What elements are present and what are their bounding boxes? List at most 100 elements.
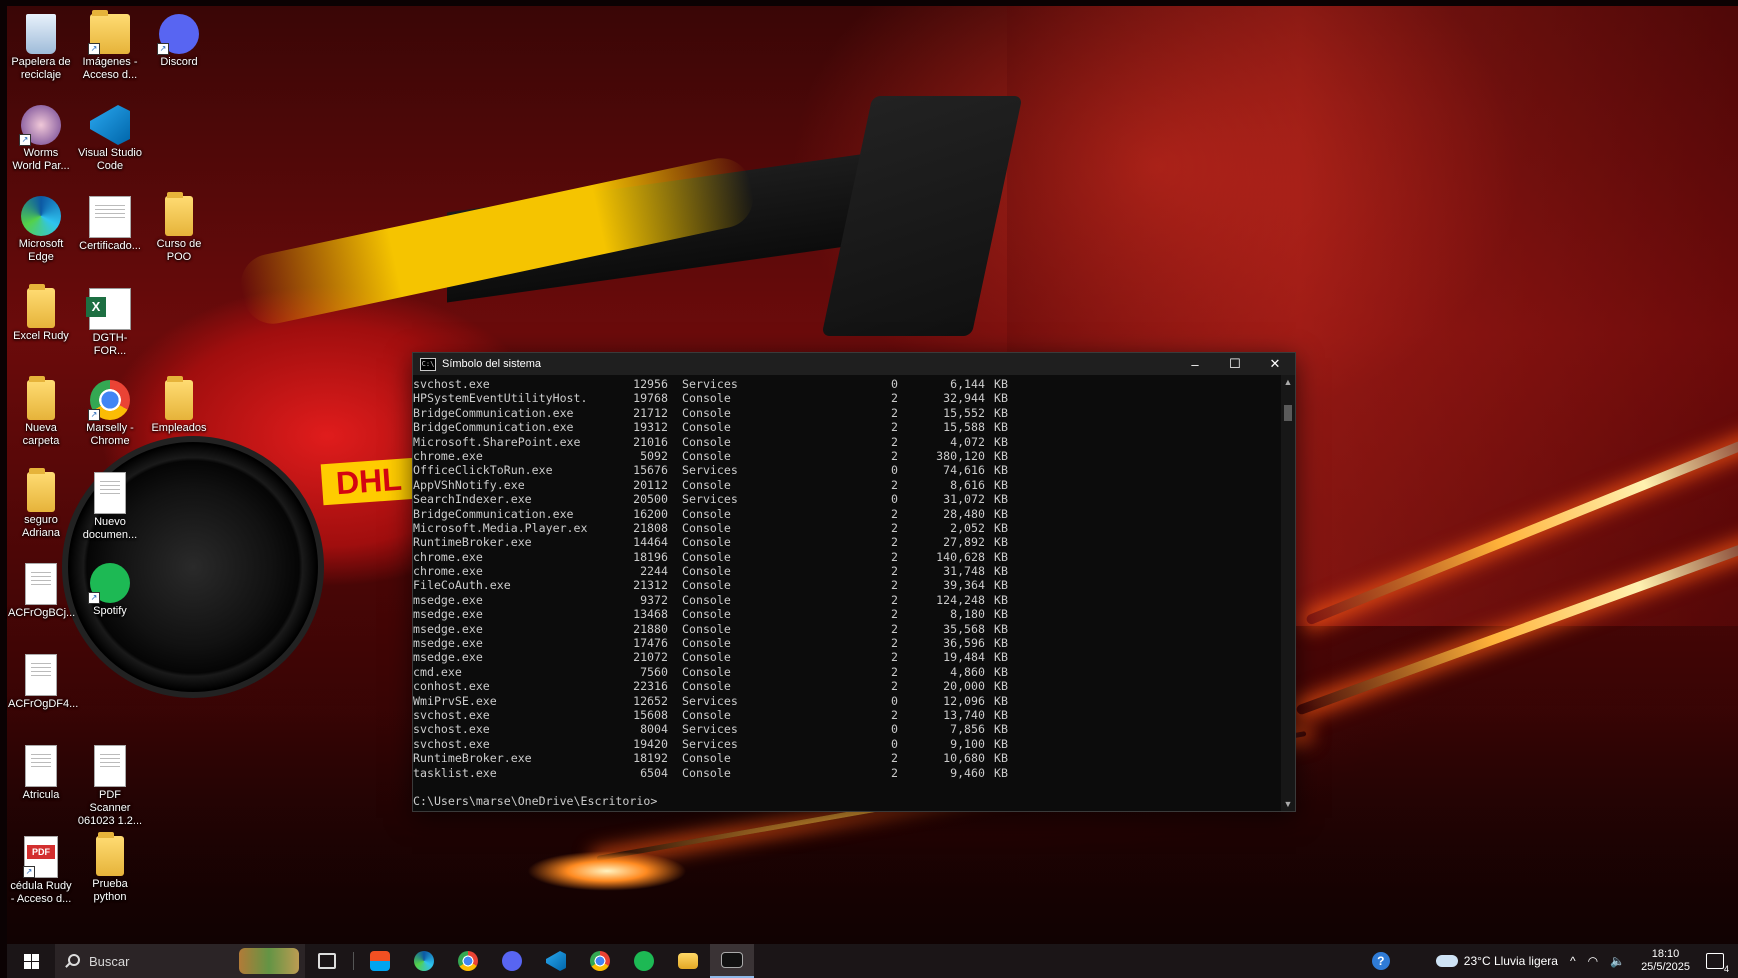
session-name: Console bbox=[682, 535, 731, 550]
scroll-down-icon[interactable]: ▼ bbox=[1281, 797, 1295, 811]
desktop-icon-seguro-adriana[interactable]: seguro Adriana bbox=[8, 468, 74, 540]
vertical-scrollbar[interactable]: ▲ ▼ bbox=[1281, 375, 1295, 811]
notification-center-icon[interactable]: 4 bbox=[1706, 953, 1729, 974]
session-number: 2 bbox=[891, 549, 898, 564]
memory-usage: 27,892 bbox=[943, 535, 985, 550]
weather-widget[interactable]: 23°C Lluvia ligera bbox=[1435, 954, 1558, 968]
process-pid: 12652 bbox=[633, 693, 668, 708]
desktop-icon-dgth[interactable]: X DGTH-FOR... bbox=[77, 288, 143, 358]
show-hidden-icons-chevron-icon[interactable]: ^ bbox=[1570, 954, 1576, 968]
desktop-icon-cedula-rudy[interactable]: PDF ↗ cédula Rudy - Acceso d... bbox=[8, 836, 74, 906]
chrome-icon bbox=[458, 951, 478, 971]
memory-usage: 4,072 bbox=[950, 434, 985, 449]
desktop-icon-discord[interactable]: ↗ Discord bbox=[146, 14, 212, 69]
desktop-icon-marselly-chrome[interactable]: ↗ Marselly - Chrome bbox=[77, 380, 143, 448]
process-name: tasklist.exe bbox=[413, 765, 497, 780]
desktop-icon-vscode[interactable]: Visual Studio Code bbox=[77, 105, 143, 173]
process-name: msedge.exe bbox=[413, 636, 483, 651]
desktop-icon-label: ACFrOgDF4... bbox=[8, 698, 79, 710]
tasklist-row: conhost.exe 22316 Console 2 20,000 KB bbox=[413, 679, 1281, 693]
process-name: OfficeClickToRun.exe bbox=[413, 463, 553, 478]
edge-icon bbox=[414, 951, 434, 971]
taskbar-search-box[interactable]: Buscar bbox=[55, 944, 305, 978]
memory-usage: 15,552 bbox=[943, 405, 985, 420]
scroll-up-icon[interactable]: ▲ bbox=[1281, 375, 1295, 389]
desktop-icon-certificado[interactable]: Certificado... bbox=[77, 196, 143, 253]
session-number: 2 bbox=[891, 621, 898, 636]
process-pid: 14464 bbox=[633, 535, 668, 550]
process-name: Microsoft.Media.Player.ex bbox=[413, 520, 588, 535]
help-icon[interactable]: ? bbox=[1371, 952, 1390, 970]
desktop-icon-label: Microsoft Edge bbox=[18, 238, 64, 263]
tasklist-row: HPSystemEventUtilityHost. 19768 Console 2 32… bbox=[413, 391, 1281, 405]
process-pid: 7560 bbox=[640, 664, 668, 679]
memory-usage: 4,860 bbox=[950, 664, 985, 679]
scrollbar-thumb[interactable] bbox=[1284, 405, 1292, 421]
process-pid: 13468 bbox=[633, 607, 668, 622]
command-prompt-window[interactable]: C:\ Símbolo del sistema – ☐ ✕ svchost.ex… bbox=[412, 352, 1296, 812]
taskbar-app-store[interactable] bbox=[358, 944, 402, 978]
process-pid: 6504 bbox=[640, 765, 668, 780]
desktop-icon-nueva-carpeta[interactable]: Nueva carpeta bbox=[8, 376, 74, 448]
start-button[interactable] bbox=[7, 944, 55, 978]
task-view-button[interactable] bbox=[305, 944, 349, 978]
process-name: RuntimeBroker.exe bbox=[413, 751, 532, 766]
desktop-icon-edge[interactable]: Microsoft Edge bbox=[8, 196, 74, 264]
desktop-icon-acfrogdf4[interactable]: ACFrOgDF4... bbox=[8, 654, 79, 711]
memory-usage: 20,000 bbox=[943, 679, 985, 694]
desktop-icon-atricula[interactable]: Atricula bbox=[8, 745, 74, 802]
desktop-icon-pictures[interactable]: ↗ Imágenes - Acceso d... bbox=[77, 10, 143, 82]
process-name: svchost.exe bbox=[413, 736, 490, 751]
close-button[interactable]: ✕ bbox=[1255, 353, 1295, 375]
taskbar-app-chrome[interactable] bbox=[446, 944, 490, 978]
desktop-icon-pdf-scanner[interactable]: PDF Scanner 061023 1.2... bbox=[77, 745, 143, 828]
desktop-icon-acfrogbcj[interactable]: ACFrOgBCj... bbox=[8, 563, 75, 620]
volume-icon[interactable]: 🔈 bbox=[1610, 954, 1625, 968]
session-name: Console bbox=[682, 391, 731, 406]
vscode-icon bbox=[546, 951, 566, 971]
clock-time: 18:10 bbox=[1651, 948, 1680, 960]
taskbar-app-chrome-profile[interactable] bbox=[578, 944, 622, 978]
tasklist-row: BridgeCommunication.exe 19312 Console 2 15,5… bbox=[413, 420, 1281, 434]
vscode-icon bbox=[90, 105, 130, 145]
command-prompt-line[interactable]: C:\Users\marse\OneDrive\Escritorio> bbox=[413, 794, 1281, 808]
taskbar-app-file-explorer[interactable] bbox=[666, 944, 710, 978]
desktop-icon-label: PDF Scanner 061023 1.2... bbox=[77, 789, 143, 827]
window-titlebar[interactable]: C:\ Símbolo del sistema – ☐ ✕ bbox=[413, 353, 1295, 375]
taskbar-app-vscode[interactable] bbox=[534, 944, 578, 978]
terminal-icon bbox=[721, 952, 743, 968]
tasklist-row: RuntimeBroker.exe 14464 Console 2 27,892 KB bbox=[413, 535, 1281, 549]
taskbar-app-spotify[interactable] bbox=[622, 944, 666, 978]
process-name: msedge.exe bbox=[413, 607, 483, 622]
process-pid: 20500 bbox=[633, 492, 668, 507]
desktop-icon-spotify[interactable]: ↗ Spotify bbox=[77, 563, 143, 618]
taskbar-app-discord[interactable] bbox=[490, 944, 534, 978]
process-pid: 18192 bbox=[633, 751, 668, 766]
desktop-icon-recycle-bin[interactable]: Papelera de reciclaje bbox=[8, 14, 74, 82]
desktop-icon-label: Nueva carpeta bbox=[22, 422, 60, 447]
wifi-icon[interactable]: ◠ bbox=[1588, 954, 1598, 968]
memory-usage: 31,072 bbox=[943, 492, 985, 507]
tasklist-row: svchost.exe 19420 Services 0 9,100 KB bbox=[413, 737, 1281, 751]
taskbar-app-edge[interactable] bbox=[402, 944, 446, 978]
desktop-icon-excel-rudy[interactable]: Excel Rudy bbox=[8, 284, 74, 343]
process-pid: 21880 bbox=[633, 621, 668, 636]
weather-text: 23°C Lluvia ligera bbox=[1463, 954, 1558, 968]
console-output[interactable]: svchost.exe 12956 Services 0 6,144 KB HPSystem… bbox=[413, 375, 1281, 811]
tasklist-row: msedge.exe 21880 Console 2 35,568 KB bbox=[413, 622, 1281, 636]
desktop-icon-curso-poo[interactable]: Curso de POO bbox=[146, 192, 212, 264]
minimize-button[interactable]: – bbox=[1175, 353, 1215, 375]
desktop-icon-nuevo-documento[interactable]: Nuevo documen... bbox=[77, 472, 143, 542]
document-icon bbox=[25, 654, 57, 696]
maximize-button[interactable]: ☐ bbox=[1215, 353, 1255, 375]
desktop-icon-label: Discord bbox=[160, 56, 198, 68]
desktop-icon-prueba-python[interactable]: Prueba python bbox=[77, 832, 143, 904]
session-number: 2 bbox=[891, 434, 898, 449]
desktop-icon-empleados[interactable]: Empleados bbox=[146, 376, 212, 435]
clock[interactable]: 18:10 25/5/2025 bbox=[1641, 948, 1690, 974]
taskbar-app-terminal[interactable] bbox=[710, 944, 754, 978]
sponsor-logo: DHL bbox=[320, 457, 418, 506]
desktop-icon-worms[interactable]: ↗ Worms World Par... bbox=[8, 105, 74, 173]
process-pid: 20112 bbox=[633, 477, 668, 492]
session-number: 2 bbox=[891, 707, 898, 722]
